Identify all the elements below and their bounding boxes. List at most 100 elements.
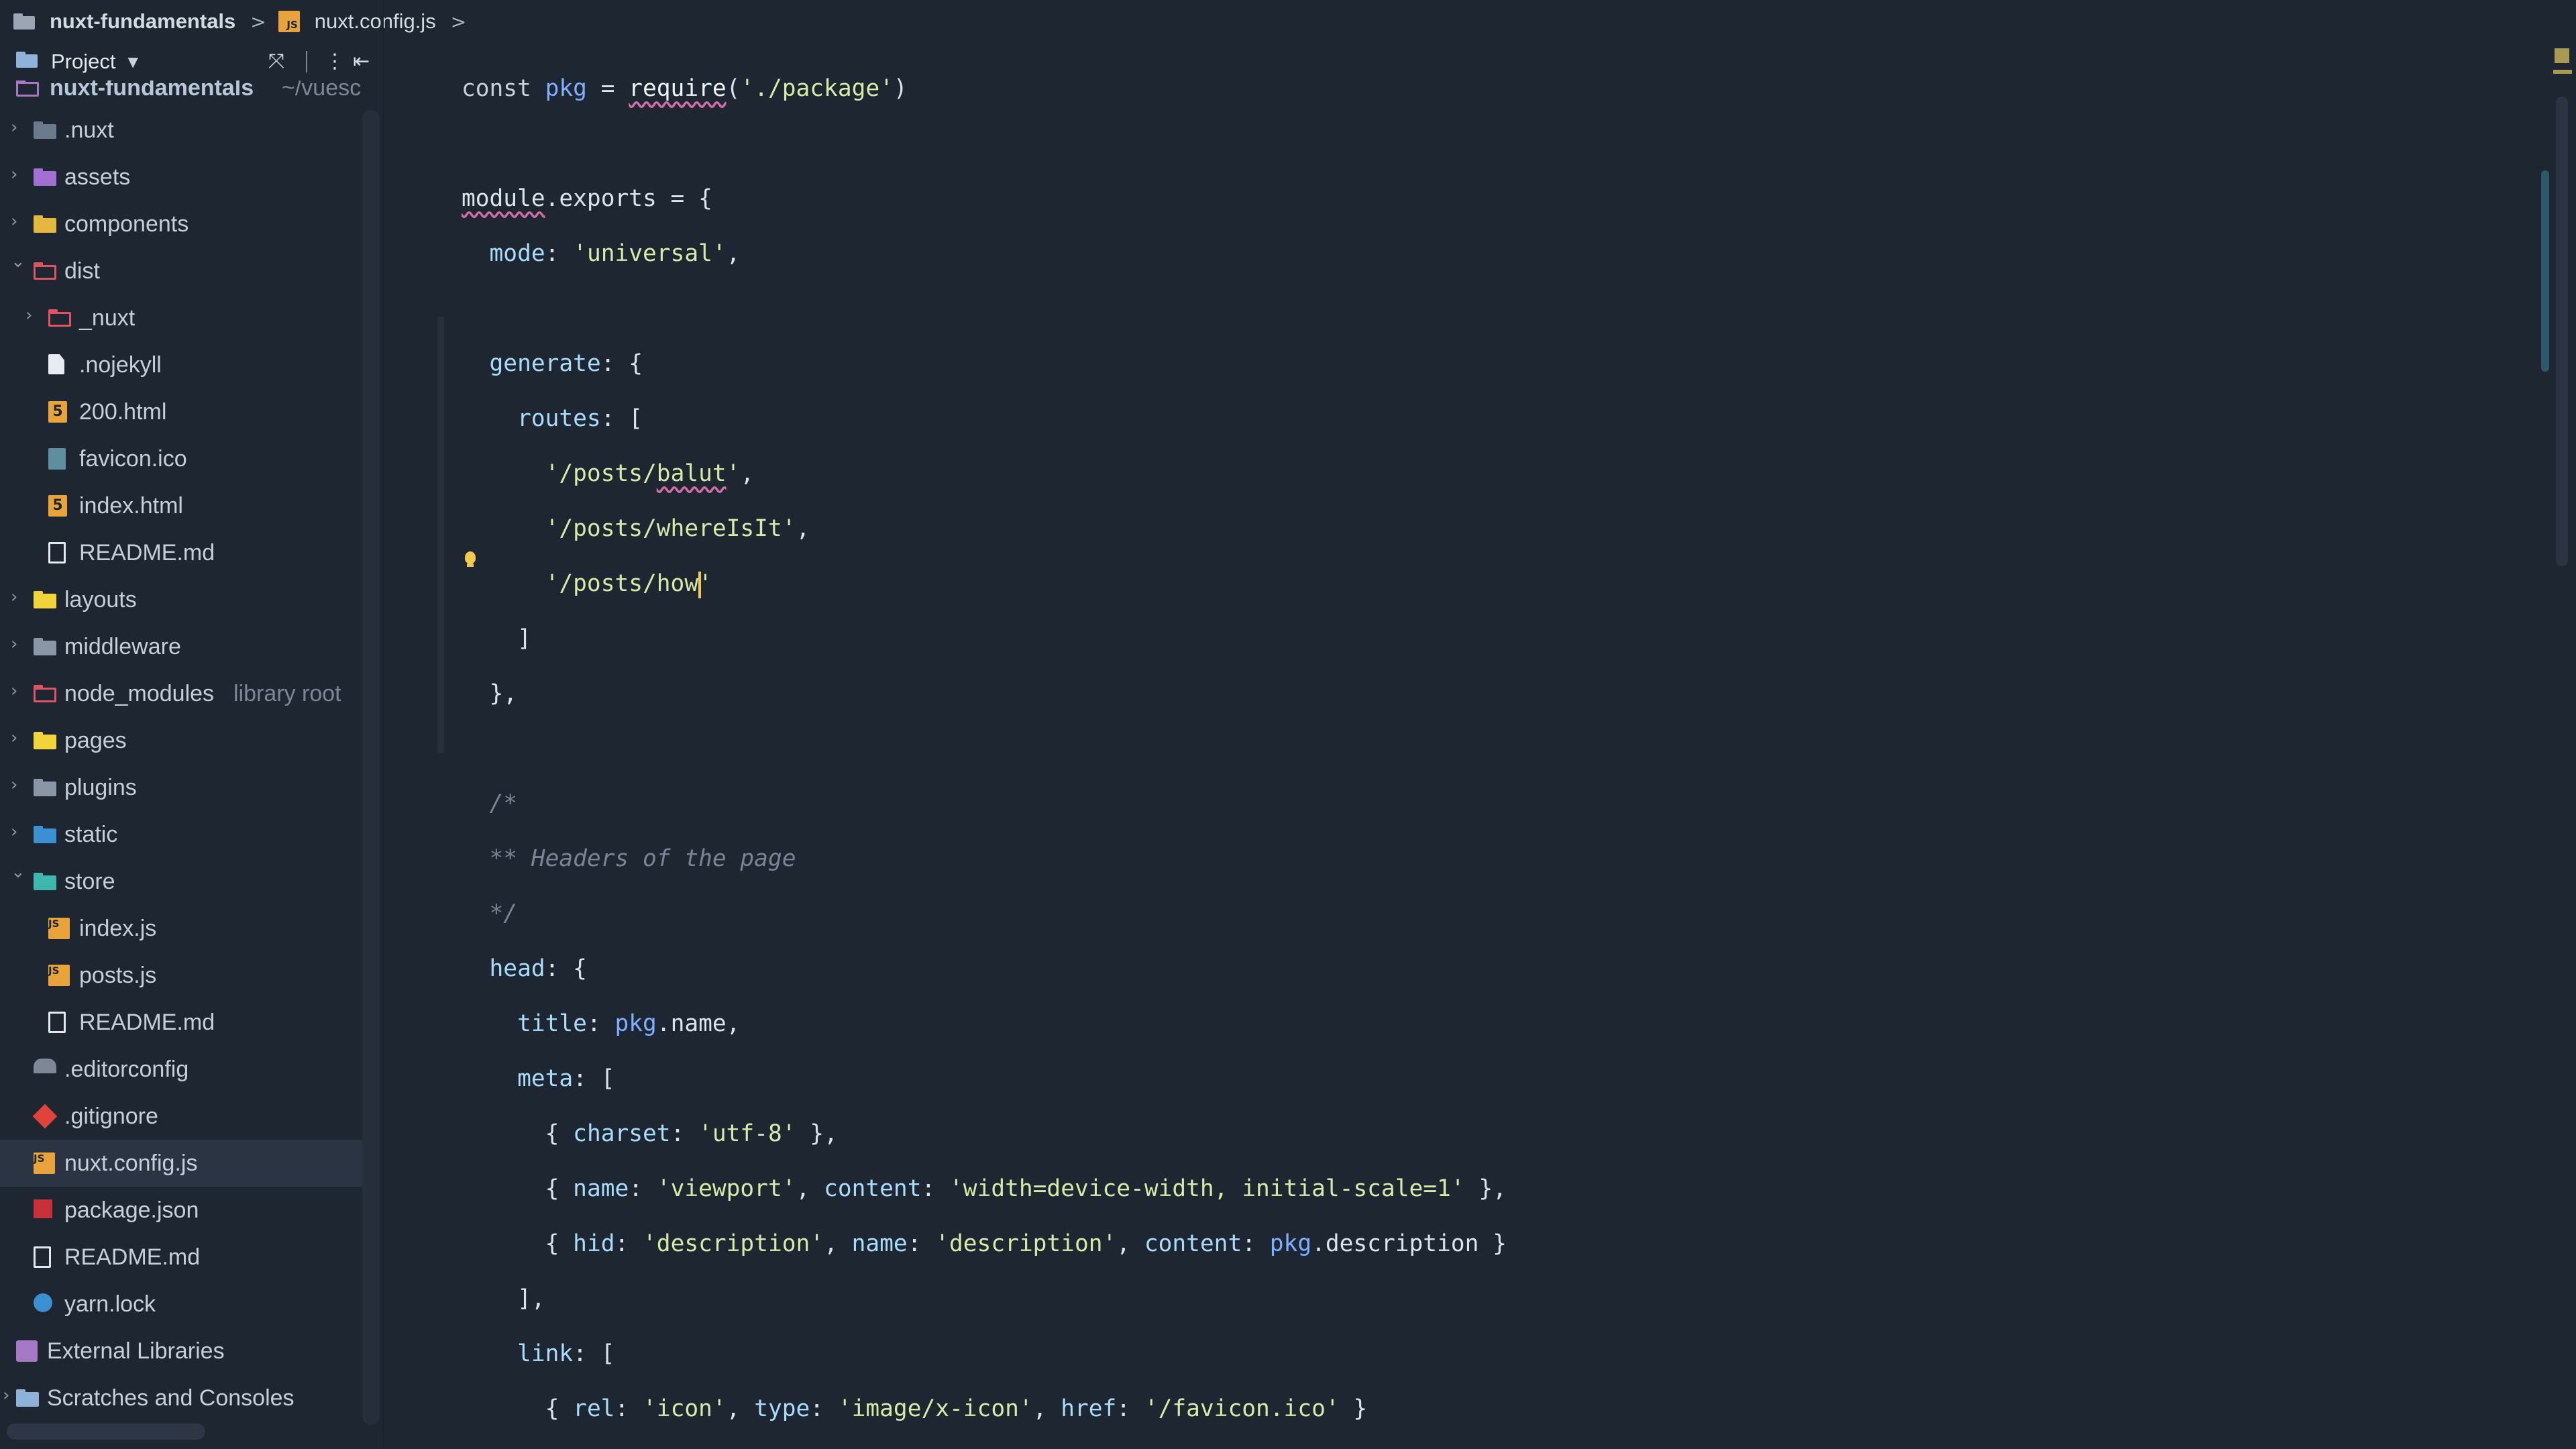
chevron-right-icon[interactable]: › (11, 681, 17, 701)
chevron-right-icon[interactable]: › (11, 728, 17, 748)
tree-item-static[interactable]: › static (0, 811, 362, 858)
chevron-right-icon[interactable]: › (3, 1385, 9, 1405)
chevron-right-icon[interactable]: › (11, 822, 17, 842)
more-options-icon[interactable]: ⋮ (325, 51, 345, 72)
project-view-selector[interactable]: Project (51, 50, 115, 74)
tree-item-pages[interactable]: › pages (0, 717, 362, 764)
folder-icon (34, 215, 56, 233)
tree-item-nuxt[interactable]: › _nuxt (0, 294, 362, 341)
tree-item-plugins[interactable]: › plugins (0, 764, 362, 811)
code-token: , (726, 240, 741, 267)
yarn-icon (34, 1293, 52, 1312)
hide-panel-icon[interactable]: ⇤ (353, 51, 370, 72)
code-line[interactable]: title: pkg.name, (462, 996, 740, 1051)
code-line[interactable]: '/posts/whereIsIt', (462, 501, 810, 556)
collapse-all-icon[interactable]: ⤧ (268, 51, 284, 72)
tree-vertical-scrollbar[interactable] (362, 110, 380, 1425)
chevron-right-icon[interactable]: › (11, 634, 17, 654)
code-line[interactable]: head: { (462, 941, 587, 996)
tree-item-label: middleware (64, 633, 181, 659)
chevron-down-icon[interactable]: ⌄ (11, 252, 25, 272)
code-token: .name, (656, 1010, 741, 1037)
code-line[interactable]: ** Headers of the page (462, 831, 796, 886)
js-icon: JS (48, 965, 70, 986)
code-line[interactable]: /* (462, 776, 518, 831)
chevron-right-icon[interactable]: › (11, 587, 17, 607)
code-line[interactable]: mode: 'universal', (462, 226, 741, 281)
code-line[interactable]: '/posts/how' (462, 556, 712, 611)
code-token: 'description' (935, 1230, 1117, 1257)
tree-item-gitignore[interactable]: .gitignore (0, 1093, 362, 1140)
code-line[interactable]: ] (462, 611, 531, 666)
code-line[interactable]: { hid: 'description', name: 'description… (462, 1216, 1507, 1271)
tree-item-readme-md[interactable]: README.md (0, 1234, 362, 1281)
tree-item-assets[interactable]: › assets (0, 154, 362, 201)
code-token: content (1144, 1230, 1242, 1257)
tree-item-favicon-ico[interactable]: favicon.ico (0, 435, 362, 482)
tree-item-node-modules[interactable]: › node_modules library root (0, 670, 362, 717)
code-line[interactable]: module.exports = { (462, 171, 712, 226)
code-token: }, (1464, 1175, 1507, 1202)
code-line[interactable]: meta: [ (462, 1051, 614, 1106)
chevron-right-icon[interactable]: › (11, 211, 17, 231)
tree-item-nuxt-config-js[interactable]: JS nuxt.config.js (0, 1140, 362, 1187)
html-icon: 5 (48, 495, 67, 517)
code-line[interactable]: */ (462, 886, 518, 941)
tree-item-editorconfig[interactable]: .editorconfig (0, 1046, 362, 1093)
code-line[interactable]: ], (462, 1271, 545, 1326)
code-line[interactable]: link: [ (462, 1326, 614, 1381)
inspection-status-icon[interactable] (2555, 48, 2569, 63)
code-line[interactable]: }, (462, 666, 518, 721)
js-file-icon: JS (278, 11, 300, 32)
code-editor[interactable]: const pkg = require('./package') module.e… (384, 43, 2576, 1449)
tree-item-readme-md[interactable]: README.md (0, 529, 362, 576)
tree-item-package-json[interactable]: package.json (0, 1187, 362, 1234)
tree-item-posts-js[interactable]: JS posts.js (0, 952, 362, 999)
tree-item-components[interactable]: › components (0, 201, 362, 248)
code-token: title (462, 1010, 587, 1037)
js-icon: JS (48, 918, 70, 939)
code-token: require (629, 75, 727, 102)
breadcrumb-project[interactable]: nuxt-fundamentals (13, 9, 235, 34)
tree-item-label: README.md (79, 539, 215, 566)
tree-item-readme-md[interactable]: README.md (0, 999, 362, 1046)
tree-item-middleware[interactable]: › middleware (0, 623, 362, 670)
code-line[interactable]: routes: [ (462, 391, 643, 446)
chevron-right-icon[interactable]: › (11, 775, 17, 795)
tree-item-200-html[interactable]: 5 200.html (0, 388, 362, 435)
tree-item-yarn-lock[interactable]: yarn.lock (0, 1281, 362, 1328)
tree-item-label: assets (64, 164, 131, 190)
tree-item-nuxt[interactable]: › .nuxt (0, 107, 362, 154)
tree-item-nojekyll[interactable]: .nojekyll (0, 341, 362, 388)
breadcrumb-file[interactable]: JS nuxt.config.js (278, 9, 436, 34)
code-token: .description } (1311, 1230, 1507, 1257)
tree-item-index-js[interactable]: JS index.js (0, 905, 362, 952)
tree-horizontal-scrollbar[interactable] (7, 1424, 205, 1440)
project-panel: nuxt-fundamentals ~/vuesc › .nuxt › assets › co… (0, 43, 382, 1449)
chevron-right-icon[interactable]: › (11, 164, 17, 184)
tree-item-label: .gitignore (64, 1103, 158, 1129)
folder-icon (34, 826, 56, 843)
code-line[interactable]: { charset: 'utf-8' }, (462, 1106, 838, 1161)
tree-item-label: plugins (64, 774, 137, 800)
tree-item-dist[interactable]: ⌄ dist (0, 248, 362, 294)
code-token: : (586, 1010, 615, 1037)
code-line[interactable]: { name: 'viewport', content: 'width=devi… (462, 1161, 1507, 1216)
caret-down-icon[interactable]: ▼ (127, 54, 138, 70)
code-line[interactable]: '/posts/balut', (462, 446, 755, 501)
chevron-right-icon[interactable]: › (25, 305, 32, 325)
code-line[interactable]: { rel: 'icon', type: 'image/x-icon', hre… (462, 1381, 1368, 1436)
code-token: : (614, 1230, 643, 1257)
code-line[interactable]: const pkg = require('./package') (462, 61, 908, 116)
chevron-down-icon[interactable]: ⌄ (11, 862, 25, 882)
warning-marker[interactable] (2553, 70, 2572, 74)
tree-item-layouts[interactable]: › layouts (0, 576, 362, 623)
tree-item-external-libraries[interactable]: External Libraries (0, 1328, 362, 1375)
tree-item-store[interactable]: ⌄ store (0, 858, 362, 905)
editor-vertical-scrollbar[interactable] (2556, 97, 2568, 566)
code-line[interactable]: ], (462, 1436, 545, 1449)
code-line[interactable]: generate: { (462, 336, 643, 391)
tree-item-index-html[interactable]: 5 index.html (0, 482, 362, 529)
tree-item-scratches-and-consoles[interactable]: › Scratches and Consoles (0, 1375, 362, 1421)
chevron-right-icon[interactable]: › (11, 117, 17, 138)
